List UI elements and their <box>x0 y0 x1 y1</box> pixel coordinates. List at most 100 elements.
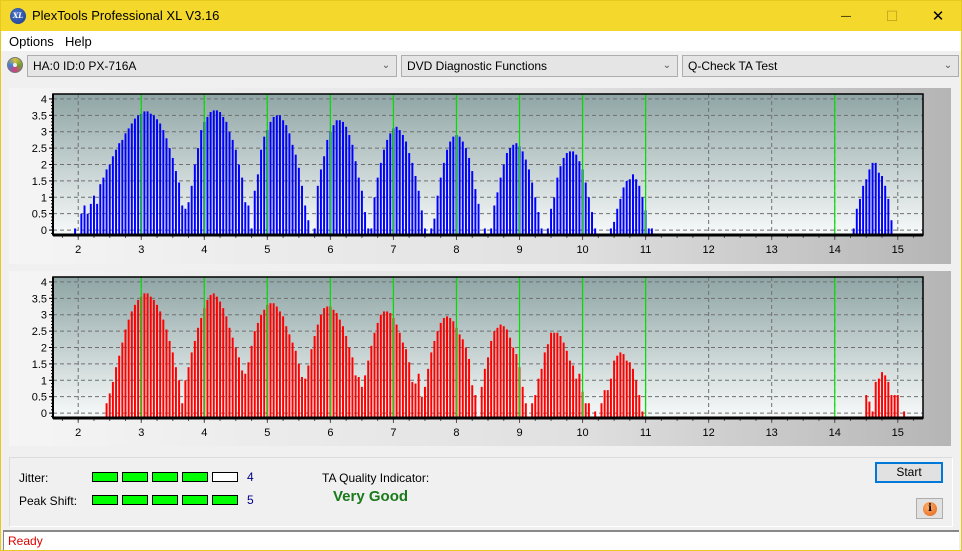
x-tick-label: 7 <box>390 244 396 256</box>
histogram-bar <box>464 347 467 418</box>
y-tick-label: 3.5 <box>32 110 47 122</box>
histogram-bar <box>319 169 322 235</box>
histogram-bar <box>168 148 171 235</box>
histogram-bar <box>146 293 149 418</box>
jitter-meter-segment <box>92 472 118 482</box>
histogram-bar <box>398 130 401 235</box>
histogram-bar <box>231 139 234 235</box>
x-tick-label: 8 <box>453 244 459 256</box>
histogram-bar <box>884 375 887 418</box>
histogram-bar <box>439 322 442 418</box>
histogram-bar <box>323 308 326 418</box>
menu-help[interactable]: Help <box>65 34 92 49</box>
peak-shift-meter-segment <box>152 495 178 505</box>
y-tick-label: 1 <box>41 375 47 387</box>
drive-select[interactable]: HA:0 ID:0 PX-716A ⌄ <box>27 55 397 77</box>
histogram-bar <box>364 375 367 418</box>
histogram-bar <box>524 403 527 418</box>
histogram-bar <box>496 327 499 418</box>
histogram-bar <box>215 110 218 235</box>
histogram-bar <box>338 120 341 235</box>
histogram-bar <box>332 309 335 418</box>
histogram-bar <box>121 139 124 235</box>
histogram-bar <box>452 321 455 418</box>
disc-drive-icon <box>7 57 23 73</box>
histogram-bar <box>102 177 105 235</box>
histogram-bar <box>468 358 471 418</box>
groove-ta-chart: 0 0.5 1 1.5 2 2.5 3 3.5 4 2 3 4 5 6 7 8 9 10 11 12 13 14 15 <box>32 276 924 439</box>
histogram-bar <box>395 324 398 418</box>
histogram-bar <box>855 208 858 235</box>
histogram-bar <box>408 153 411 235</box>
histogram-bar <box>326 306 329 418</box>
histogram-bar <box>858 198 861 235</box>
histogram-bar <box>222 116 225 235</box>
y-tick-label: 1 <box>41 192 47 204</box>
histogram-bar <box>512 347 515 418</box>
histogram-bar <box>609 378 612 418</box>
histogram-bar <box>190 352 193 418</box>
info-button[interactable]: i <box>916 498 943 519</box>
x-tick-label: 13 <box>766 244 778 256</box>
histogram-bar <box>137 299 140 418</box>
histogram-bar <box>436 331 439 418</box>
jitter-meter-segment <box>122 472 148 482</box>
histogram-bar <box>565 350 568 418</box>
app-window: XL PlexTools Professional XL V3.16 — ☐ ✕… <box>0 0 962 551</box>
histogram-bar <box>108 164 111 235</box>
x-tick-label: 10 <box>576 427 588 439</box>
histogram-bar <box>480 386 483 418</box>
histogram-bar <box>260 314 263 418</box>
histogram-bar <box>200 130 203 235</box>
x-tick-label: 9 <box>516 427 522 439</box>
histogram-bar <box>487 357 489 418</box>
y-tick-label: 3 <box>41 310 47 322</box>
minimize-button[interactable]: — <box>823 1 869 31</box>
histogram-bar <box>499 324 502 418</box>
menu-options[interactable]: Options <box>9 34 54 49</box>
histogram-bar <box>260 149 263 235</box>
histogram-bar <box>238 164 240 235</box>
histogram-bar <box>442 317 445 418</box>
histogram-bar <box>345 336 348 418</box>
y-tick-label: 2 <box>41 343 47 355</box>
histogram-bar <box>515 354 518 418</box>
x-tick-label: 7 <box>390 427 396 439</box>
x-tick-label: 6 <box>327 244 333 256</box>
histogram-bar <box>263 136 266 235</box>
histogram-bar <box>215 296 218 418</box>
histogram-bar <box>108 393 111 418</box>
histogram-bar <box>285 326 288 418</box>
histogram-bar <box>165 329 168 418</box>
chevron-down-icon: ⌄ <box>943 60 953 71</box>
maximize-button[interactable]: ☐ <box>869 1 915 31</box>
ta-quality-value: Very Good <box>333 488 409 505</box>
test-select[interactable]: Q-Check TA Test ⌄ <box>682 55 959 77</box>
histogram-bar <box>162 130 165 235</box>
histogram-bar <box>386 139 389 235</box>
histogram-bar <box>278 115 281 235</box>
histogram-bar <box>468 157 471 235</box>
histogram-bar <box>99 184 102 235</box>
close-button[interactable]: ✕ <box>915 1 961 31</box>
histogram-bar <box>178 380 181 418</box>
histogram-bar <box>641 197 644 235</box>
histogram-bar <box>193 340 196 418</box>
histogram-bar <box>874 162 877 235</box>
histogram-bar <box>338 319 341 418</box>
start-button[interactable]: Start <box>875 462 943 483</box>
histogram-bar <box>373 332 376 418</box>
x-tick-label: 11 <box>640 244 651 256</box>
histogram-bar <box>865 179 868 235</box>
y-tick-label: 1.5 <box>32 359 47 371</box>
histogram-bar <box>401 134 404 235</box>
histogram-bar <box>584 403 587 418</box>
histogram-bar <box>628 362 631 418</box>
y-tick-label: 1.5 <box>32 176 47 188</box>
function-select[interactable]: DVD Diagnostic Functions ⌄ <box>401 55 678 77</box>
histogram-bar <box>105 169 108 235</box>
histogram-bar <box>282 120 285 235</box>
histogram-bar <box>603 390 606 418</box>
x-tick-label: 10 <box>576 244 588 256</box>
histogram-bar <box>244 202 247 235</box>
